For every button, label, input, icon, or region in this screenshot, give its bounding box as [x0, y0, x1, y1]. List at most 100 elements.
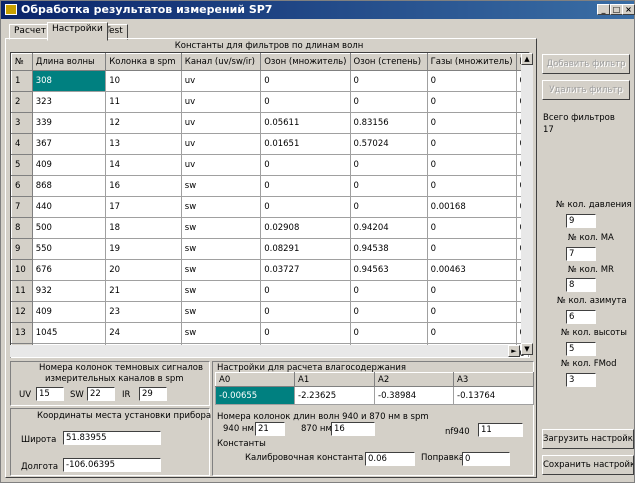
table-cell[interactable]: sw — [180, 322, 262, 344]
table-cell[interactable]: 0.01651 — [260, 133, 351, 155]
ir-field[interactable]: 29 — [139, 387, 167, 401]
table-cell[interactable]: 20 — [105, 259, 182, 281]
calibration-constant-field[interactable]: 0.06 — [365, 452, 415, 466]
pressure-column-field[interactable]: 9 — [566, 214, 596, 228]
table-cell[interactable]: 0 — [260, 322, 351, 344]
fmod-column-field[interactable]: 3 — [566, 373, 596, 387]
table-cell[interactable]: 0.94538 — [349, 238, 428, 260]
table-cell[interactable]: 0 — [349, 91, 428, 113]
table-cell[interactable]: 339 — [31, 112, 107, 134]
column-header[interactable]: № — [11, 53, 33, 71]
tab-settings[interactable]: Настройки — [47, 22, 108, 41]
column-header[interactable]: Длина волны — [31, 53, 107, 71]
table-cell[interactable]: 0 — [426, 154, 517, 176]
coef-cell-a1[interactable]: -2.23625 — [294, 386, 375, 405]
table-cell[interactable]: 323 — [31, 91, 107, 113]
uv-field[interactable]: 15 — [36, 387, 64, 401]
table-row[interactable]: 540914uv0000 — [11, 154, 529, 176]
table-row[interactable]: 686816sw0000 — [11, 175, 529, 197]
table-cell[interactable]: 0 — [426, 217, 517, 239]
table-cell[interactable]: sw — [180, 280, 262, 302]
height-column-field[interactable]: 5 — [566, 342, 596, 356]
table-cell[interactable]: 21 — [105, 280, 182, 302]
latitude-field[interactable]: 51.83955 — [63, 431, 161, 445]
table-cell[interactable]: 19 — [105, 238, 182, 260]
add-filter-button[interactable]: Добавить фильтр — [542, 54, 630, 74]
table-cell[interactable]: 0.05611 — [260, 112, 351, 134]
mr-column-field[interactable]: 8 — [566, 278, 596, 292]
minimize-button[interactable]: _ — [597, 4, 610, 15]
table-cell[interactable]: 0 — [426, 112, 517, 134]
table-cell[interactable]: 0 — [260, 196, 351, 218]
nf940-field[interactable]: 11 — [478, 423, 523, 437]
table-cell[interactable]: 0.94563 — [349, 259, 428, 281]
column-header[interactable]: Канал (uv/sw/ir) — [180, 53, 262, 71]
nm940-field[interactable]: 21 — [255, 422, 285, 436]
azimuth-column-field[interactable]: 6 — [566, 310, 596, 324]
table-cell[interactable]: 0 — [260, 91, 351, 113]
coef-cell-a0[interactable]: -0.00655 — [215, 386, 295, 405]
table-cell[interactable]: 0 — [349, 280, 428, 302]
table-cell[interactable]: 500 — [31, 217, 107, 239]
table-cell[interactable]: 0 — [426, 70, 517, 92]
filters-horizontal-scrollbar[interactable]: ► — [10, 345, 520, 357]
table-cell[interactable]: 23 — [105, 301, 182, 323]
table-cell[interactable]: 24 — [105, 322, 182, 344]
table-cell[interactable]: 0 — [260, 70, 351, 92]
table-row[interactable]: 744017sw000.001680 — [11, 196, 529, 218]
table-cell[interactable]: sw — [180, 196, 262, 218]
table-cell[interactable]: uv — [180, 133, 262, 155]
table-cell[interactable]: 0 — [426, 301, 517, 323]
table-row[interactable]: 955019sw0.082910.9453800 — [11, 238, 529, 260]
scroll-up-icon[interactable]: ▲ — [521, 53, 533, 65]
table-cell[interactable]: 550 — [31, 238, 107, 260]
delete-filter-button[interactable]: Удалить фильтр — [542, 80, 630, 100]
nm870-field[interactable]: 16 — [331, 422, 375, 436]
table-cell[interactable]: 868 — [31, 175, 107, 197]
table-cell[interactable]: 0 — [260, 154, 351, 176]
table-cell[interactable]: 0.83156 — [349, 112, 428, 134]
table-cell[interactable]: 0.03727 — [260, 259, 351, 281]
table-row[interactable]: 232311uv0000 — [11, 91, 529, 113]
table-cell[interactable]: 0 — [349, 154, 428, 176]
table-cell[interactable]: uv — [180, 112, 262, 134]
table-cell[interactable]: uv — [180, 91, 262, 113]
scroll-right-icon[interactable]: ► — [508, 345, 520, 357]
table-cell[interactable]: 0.57024 — [349, 133, 428, 155]
table-cell[interactable]: sw — [180, 175, 262, 197]
table-cell[interactable]: 0 — [426, 133, 517, 155]
table-cell[interactable]: 932 — [31, 280, 107, 302]
table-cell[interactable]: 0.00168 — [426, 196, 517, 218]
table-cell[interactable]: 1045 — [31, 322, 107, 344]
ma-column-field[interactable]: 7 — [566, 247, 596, 261]
table-cell[interactable]: 0 — [260, 301, 351, 323]
column-header[interactable]: Колонка в spm — [105, 53, 182, 71]
table-row[interactable]: 130810uv0000 — [11, 70, 529, 92]
table-cell[interactable]: 676 — [31, 259, 107, 281]
correction-field[interactable]: 0 — [462, 452, 510, 466]
coef-cell-a3[interactable]: -0.13764 — [453, 386, 534, 405]
table-cell[interactable]: sw — [180, 217, 262, 239]
table-cell[interactable]: 409 — [31, 301, 107, 323]
table-cell[interactable]: 0.94204 — [349, 217, 428, 239]
load-settings-button[interactable]: Загрузить настройки — [542, 429, 634, 449]
table-cell[interactable]: 0 — [426, 238, 517, 260]
table-row[interactable]: 13104524sw0000 — [11, 322, 529, 344]
longitude-field[interactable]: -106.06395 — [63, 458, 161, 472]
table-cell[interactable]: 308 — [31, 70, 107, 92]
table-cell[interactable]: 0 — [349, 70, 428, 92]
table-cell[interactable]: uv — [180, 154, 262, 176]
table-row[interactable]: 850018sw0.029080.9420400 — [11, 217, 529, 239]
column-header[interactable]: Озон (множитель) — [260, 53, 351, 71]
table-cell[interactable]: 0 — [260, 280, 351, 302]
table-cell[interactable]: sw — [180, 259, 262, 281]
filters-vertical-scrollbar[interactable]: ▲ ▼ — [521, 53, 533, 355]
close-button[interactable]: × — [622, 4, 635, 15]
table-cell[interactable]: 12 — [105, 112, 182, 134]
table-row[interactable]: 1240923sw0000 — [11, 301, 529, 323]
table-cell[interactable]: 17 — [105, 196, 182, 218]
column-header[interactable]: Озон (степень) — [349, 53, 428, 71]
table-cell[interactable]: sw — [180, 301, 262, 323]
table-row[interactable]: 1193221sw0000 — [11, 280, 529, 302]
table-cell[interactable]: 16 — [105, 175, 182, 197]
